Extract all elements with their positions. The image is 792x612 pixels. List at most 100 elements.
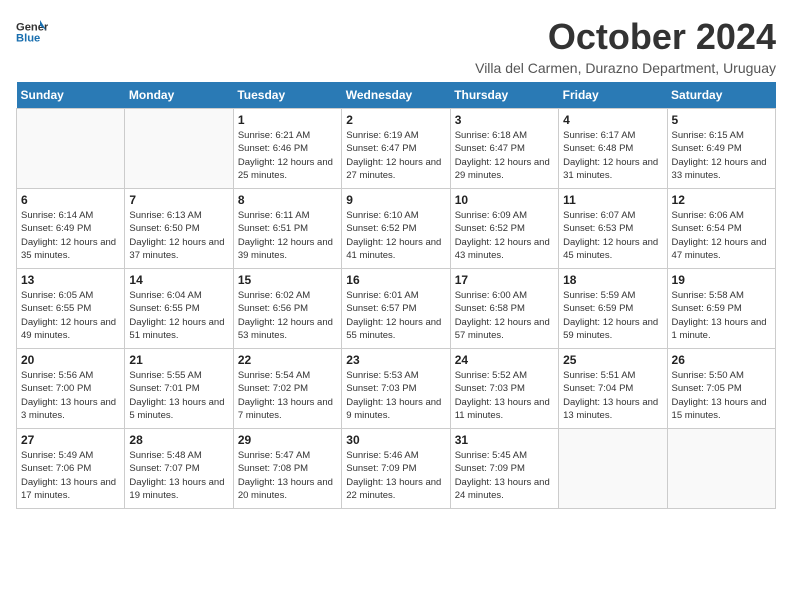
calendar-cell [667, 429, 775, 509]
calendar-cell: 31 Sunrise: 5:45 AM Sunset: 7:09 PM Dayli… [450, 429, 558, 509]
day-info: Sunrise: 6:17 AM Sunset: 6:48 PM Dayligh… [563, 129, 662, 182]
day-number: 10 [455, 193, 554, 207]
day-number: 3 [455, 113, 554, 127]
day-number: 20 [21, 353, 120, 367]
day-info: Sunrise: 6:21 AM Sunset: 6:46 PM Dayligh… [238, 129, 337, 182]
calendar-cell: 20 Sunrise: 5:56 AM Sunset: 7:00 PM Dayli… [17, 349, 125, 429]
day-number: 30 [346, 433, 445, 447]
calendar-cell: 22 Sunrise: 5:54 AM Sunset: 7:02 PM Dayli… [233, 349, 341, 429]
day-number: 4 [563, 113, 662, 127]
calendar-cell [559, 429, 667, 509]
calendar-cell: 7 Sunrise: 6:13 AM Sunset: 6:50 PM Daylig… [125, 189, 233, 269]
day-number: 11 [563, 193, 662, 207]
day-info: Sunrise: 5:54 AM Sunset: 7:02 PM Dayligh… [238, 369, 337, 422]
day-number: 6 [21, 193, 120, 207]
calendar-cell: 3 Sunrise: 6:18 AM Sunset: 6:47 PM Daylig… [450, 109, 558, 189]
day-info: Sunrise: 5:47 AM Sunset: 7:08 PM Dayligh… [238, 449, 337, 502]
day-info: Sunrise: 5:48 AM Sunset: 7:07 PM Dayligh… [129, 449, 228, 502]
day-info: Sunrise: 6:01 AM Sunset: 6:57 PM Dayligh… [346, 289, 445, 342]
day-info: Sunrise: 6:19 AM Sunset: 6:47 PM Dayligh… [346, 129, 445, 182]
calendar-cell: 1Sunrise: 6:21 AM Sunset: 6:46 PM Daylig… [233, 109, 341, 189]
day-number: 13 [21, 273, 120, 287]
logo: General Blue [16, 16, 48, 48]
day-info: Sunrise: 5:58 AM Sunset: 6:59 PM Dayligh… [672, 289, 771, 342]
calendar-cell: 25 Sunrise: 5:51 AM Sunset: 7:04 PM Dayli… [559, 349, 667, 429]
calendar-cell: 27Sunrise: 5:49 AM Sunset: 7:06 PM Dayli… [17, 429, 125, 509]
calendar-cell: 14 Sunrise: 6:04 AM Sunset: 6:55 PM Dayli… [125, 269, 233, 349]
day-info: Sunrise: 5:59 AM Sunset: 6:59 PM Dayligh… [563, 289, 662, 342]
calendar-cell: 28Sunrise: 5:48 AM Sunset: 7:07 PM Dayli… [125, 429, 233, 509]
calendar-cell: 26 Sunrise: 5:50 AM Sunset: 7:05 PM Dayli… [667, 349, 775, 429]
month-title: October 2024 [475, 16, 776, 58]
calendar-cell: 8 Sunrise: 6:11 AM Sunset: 6:51 PM Daylig… [233, 189, 341, 269]
day-info: Sunrise: 5:45 AM Sunset: 7:09 PM Dayligh… [455, 449, 554, 502]
day-info: Sunrise: 6:15 AM Sunset: 6:49 PM Dayligh… [672, 129, 771, 182]
day-number: 8 [238, 193, 337, 207]
day-of-week-header: Saturday [667, 82, 775, 109]
day-info: Sunrise: 6:05 AM Sunset: 6:55 PM Dayligh… [21, 289, 120, 342]
day-info: Sunrise: 5:46 AM Sunset: 7:09 PM Dayligh… [346, 449, 445, 502]
calendar-cell: 15 Sunrise: 6:02 AM Sunset: 6:56 PM Dayli… [233, 269, 341, 349]
calendar-cell: 29 Sunrise: 5:47 AM Sunset: 7:08 PM Dayli… [233, 429, 341, 509]
day-info: Sunrise: 6:02 AM Sunset: 6:56 PM Dayligh… [238, 289, 337, 342]
day-info: Sunrise: 5:50 AM Sunset: 7:05 PM Dayligh… [672, 369, 771, 422]
calendar: SundayMondayTuesdayWednesdayThursdayFrid… [16, 82, 776, 509]
day-info: Sunrise: 6:04 AM Sunset: 6:55 PM Dayligh… [129, 289, 228, 342]
day-of-week-header: Sunday [17, 82, 125, 109]
day-info: Sunrise: 6:14 AM Sunset: 6:49 PM Dayligh… [21, 209, 120, 262]
day-number: 17 [455, 273, 554, 287]
calendar-cell: 17Sunrise: 6:00 AM Sunset: 6:58 PM Dayli… [450, 269, 558, 349]
day-number: 26 [672, 353, 771, 367]
day-of-week-header: Thursday [450, 82, 558, 109]
day-info: Sunrise: 5:52 AM Sunset: 7:03 PM Dayligh… [455, 369, 554, 422]
day-number: 29 [238, 433, 337, 447]
calendar-cell: 16 Sunrise: 6:01 AM Sunset: 6:57 PM Dayli… [342, 269, 450, 349]
day-info: Sunrise: 5:51 AM Sunset: 7:04 PM Dayligh… [563, 369, 662, 422]
calendar-cell: 2 Sunrise: 6:19 AM Sunset: 6:47 PM Daylig… [342, 109, 450, 189]
calendar-cell [17, 109, 125, 189]
calendar-week-row: 27Sunrise: 5:49 AM Sunset: 7:06 PM Dayli… [17, 429, 776, 509]
day-number: 16 [346, 273, 445, 287]
calendar-week-row: 1Sunrise: 6:21 AM Sunset: 6:46 PM Daylig… [17, 109, 776, 189]
day-info: Sunrise: 6:07 AM Sunset: 6:53 PM Dayligh… [563, 209, 662, 262]
calendar-body: 1Sunrise: 6:21 AM Sunset: 6:46 PM Daylig… [17, 109, 776, 509]
day-info: Sunrise: 6:11 AM Sunset: 6:51 PM Dayligh… [238, 209, 337, 262]
day-number: 19 [672, 273, 771, 287]
day-info: Sunrise: 6:13 AM Sunset: 6:50 PM Dayligh… [129, 209, 228, 262]
day-info: Sunrise: 5:53 AM Sunset: 7:03 PM Dayligh… [346, 369, 445, 422]
svg-text:Blue: Blue [16, 33, 40, 45]
calendar-week-row: 13 Sunrise: 6:05 AM Sunset: 6:55 PM Dayli… [17, 269, 776, 349]
day-number: 22 [238, 353, 337, 367]
day-number: 25 [563, 353, 662, 367]
day-number: 14 [129, 273, 228, 287]
logo-icon: General Blue [16, 16, 48, 48]
day-number: 18 [563, 273, 662, 287]
day-number: 5 [672, 113, 771, 127]
day-of-week-header: Tuesday [233, 82, 341, 109]
calendar-cell: 30 Sunrise: 5:46 AM Sunset: 7:09 PM Dayli… [342, 429, 450, 509]
calendar-cell: 4 Sunrise: 6:17 AM Sunset: 6:48 PM Daylig… [559, 109, 667, 189]
calendar-week-row: 6 Sunrise: 6:14 AM Sunset: 6:49 PM Daylig… [17, 189, 776, 269]
calendar-cell: 24 Sunrise: 5:52 AM Sunset: 7:03 PM Dayli… [450, 349, 558, 429]
calendar-cell: 6 Sunrise: 6:14 AM Sunset: 6:49 PM Daylig… [17, 189, 125, 269]
day-number: 9 [346, 193, 445, 207]
day-of-week-header: Friday [559, 82, 667, 109]
day-info: Sunrise: 6:18 AM Sunset: 6:47 PM Dayligh… [455, 129, 554, 182]
calendar-cell: 12Sunrise: 6:06 AM Sunset: 6:54 PM Dayli… [667, 189, 775, 269]
calendar-cell: 23 Sunrise: 5:53 AM Sunset: 7:03 PM Dayli… [342, 349, 450, 429]
calendar-cell: 19 Sunrise: 5:58 AM Sunset: 6:59 PM Dayli… [667, 269, 775, 349]
day-of-week-header: Wednesday [342, 82, 450, 109]
day-number: 23 [346, 353, 445, 367]
calendar-cell: 9 Sunrise: 6:10 AM Sunset: 6:52 PM Daylig… [342, 189, 450, 269]
calendar-cell: 5 Sunrise: 6:15 AM Sunset: 6:49 PM Daylig… [667, 109, 775, 189]
calendar-cell: 18 Sunrise: 5:59 AM Sunset: 6:59 PM Dayli… [559, 269, 667, 349]
day-info: Sunrise: 6:10 AM Sunset: 6:52 PM Dayligh… [346, 209, 445, 262]
day-number: 21 [129, 353, 228, 367]
day-number: 15 [238, 273, 337, 287]
day-number: 24 [455, 353, 554, 367]
day-number: 31 [455, 433, 554, 447]
day-number: 7 [129, 193, 228, 207]
calendar-week-row: 20 Sunrise: 5:56 AM Sunset: 7:00 PM Dayli… [17, 349, 776, 429]
day-number: 2 [346, 113, 445, 127]
day-info: Sunrise: 5:56 AM Sunset: 7:00 PM Dayligh… [21, 369, 120, 422]
